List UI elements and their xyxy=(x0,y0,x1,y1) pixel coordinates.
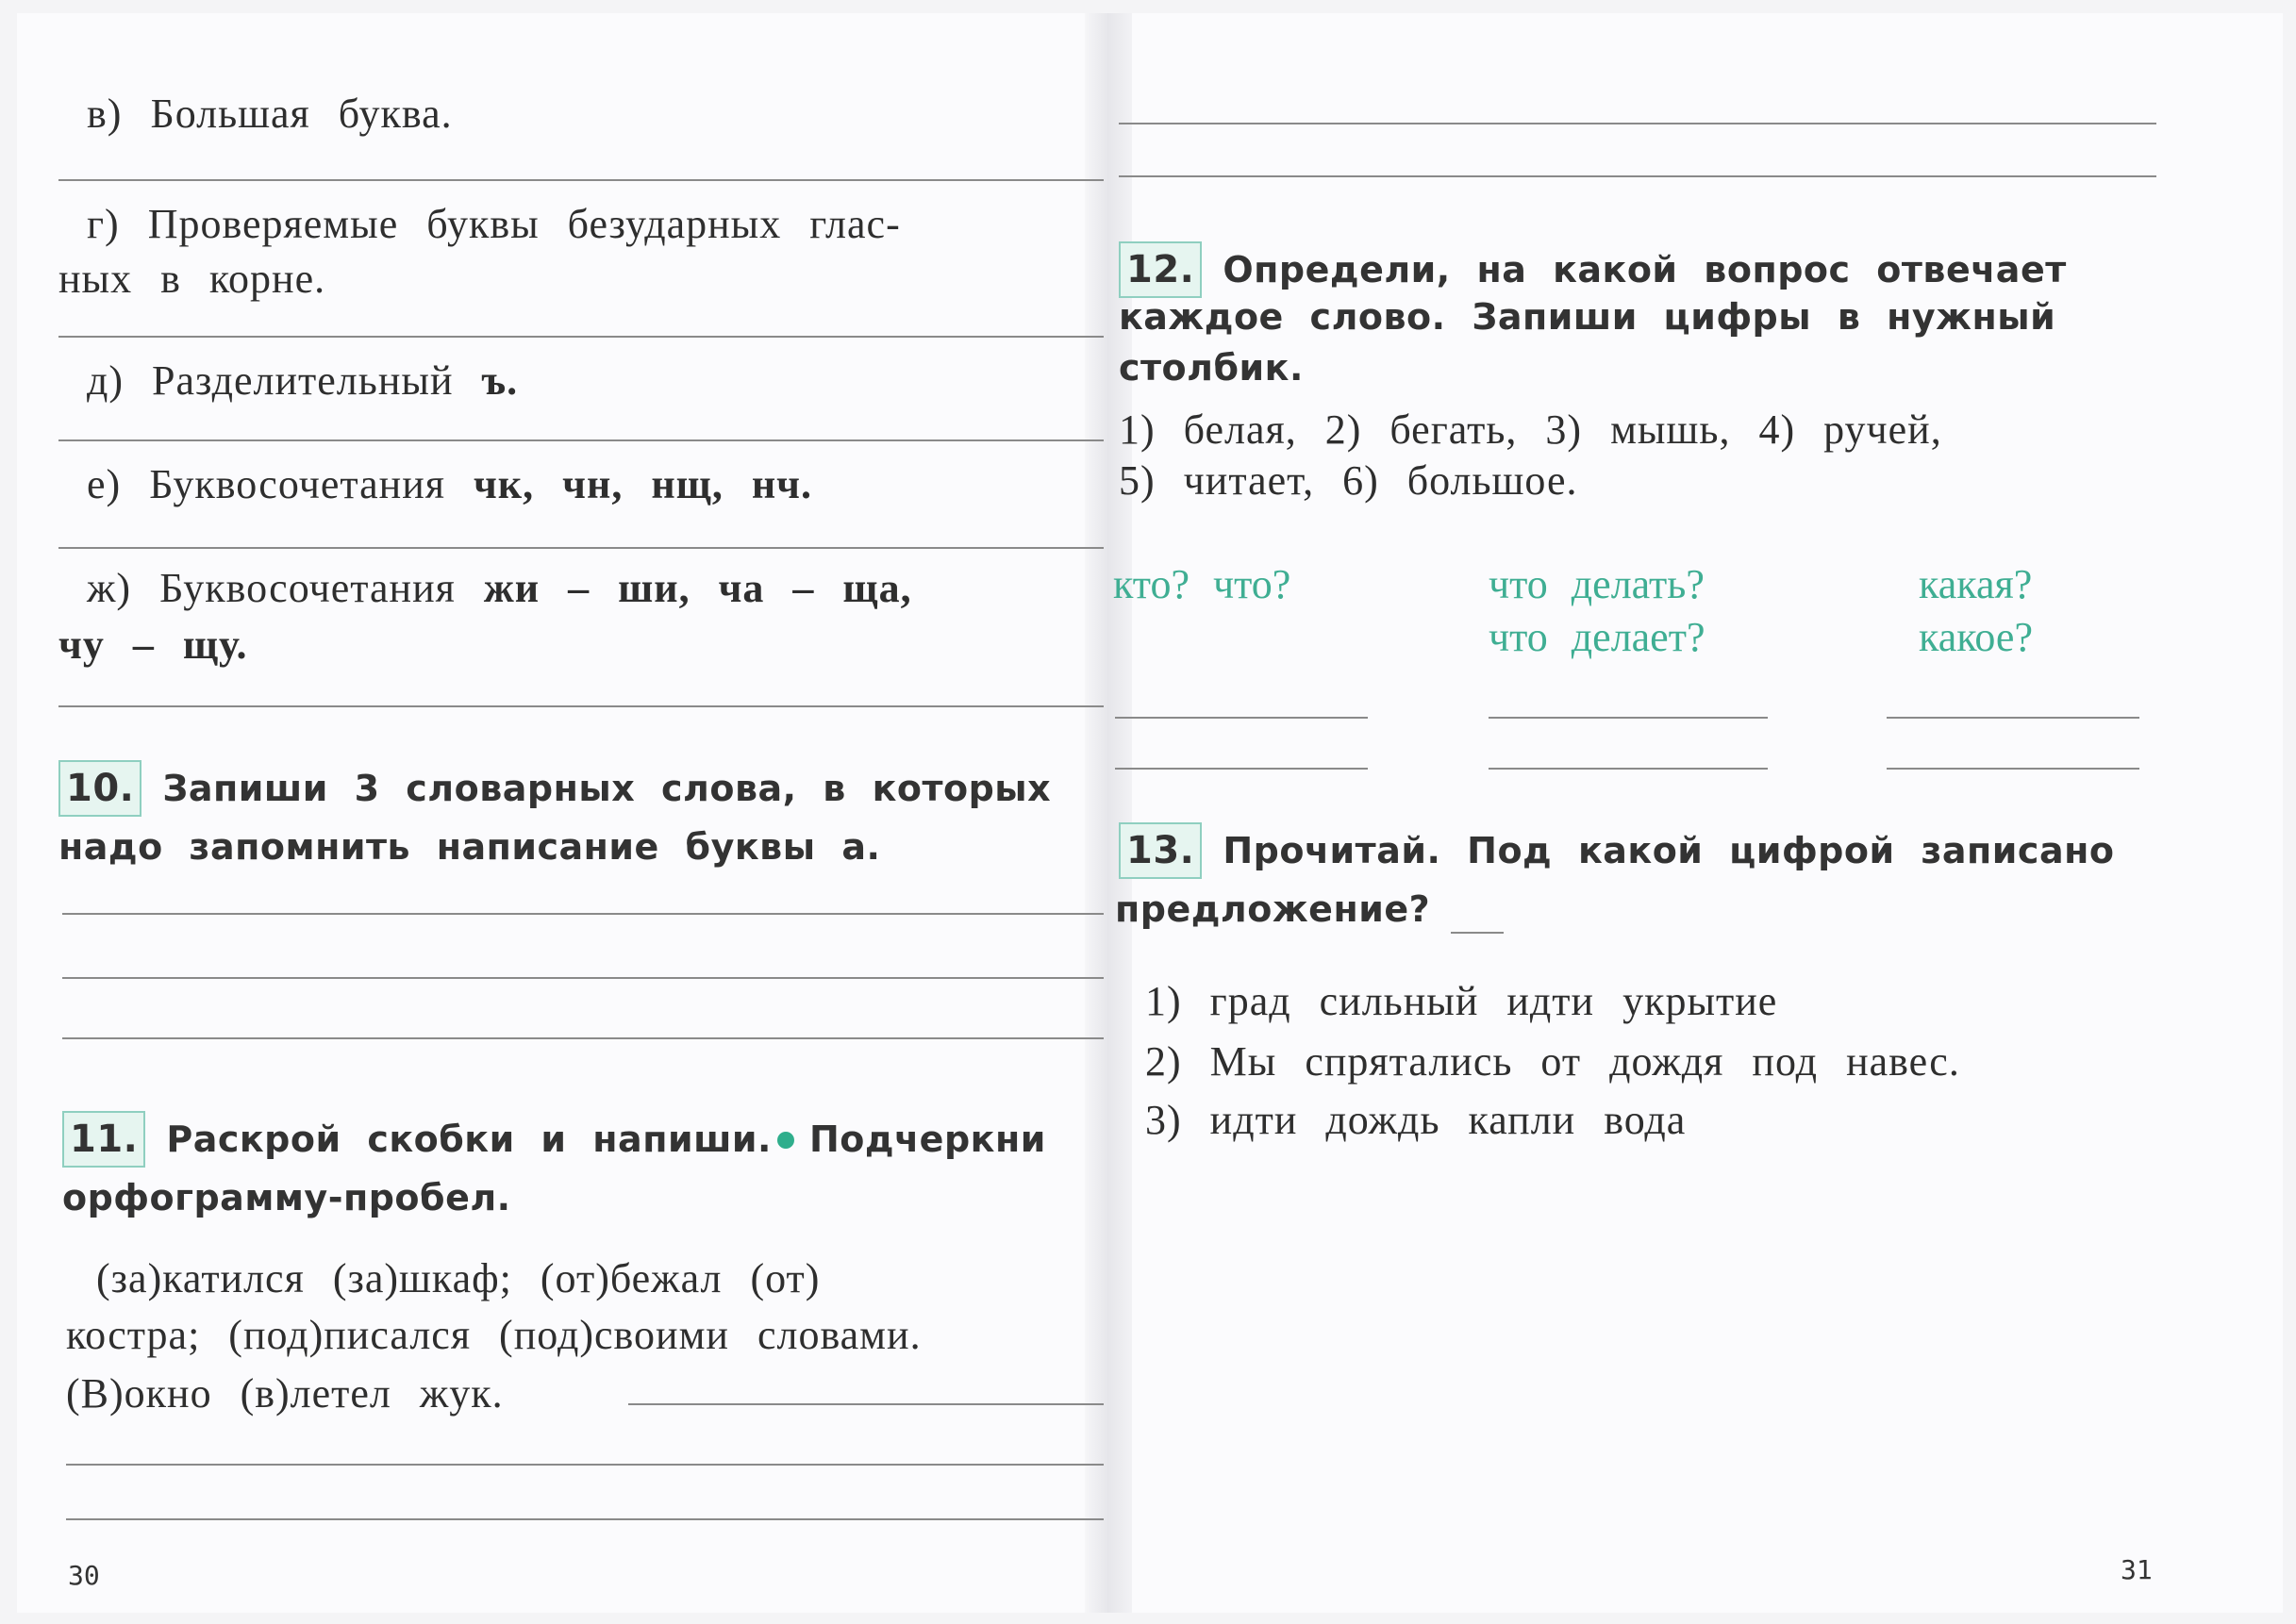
answer-line[interactable] xyxy=(66,1518,1104,1520)
task10-instruction: 10. Запиши 3 словарных слова, в которых xyxy=(58,760,1051,817)
task11-text-line1: (за)катился (за)шкаф; (от)бежал (от) xyxy=(96,1255,821,1301)
column-header-adjective: какая? xyxy=(1919,561,2033,607)
answer-line[interactable] xyxy=(58,336,1104,338)
item-g-cont: ных в корне. xyxy=(58,256,326,302)
page-number-right: 31 xyxy=(2121,1554,2153,1585)
task12-instruction-cont: каждое слово. Запиши цифры в нужный xyxy=(1119,296,2056,338)
task10-instruction-cont: надо запомнить написание буквы а. xyxy=(58,826,881,868)
column-answer-line[interactable] xyxy=(1489,717,1768,719)
task11-text-line2: костра; (под)писался (под)своими словами… xyxy=(66,1312,922,1358)
task-number-box: 10. xyxy=(58,760,142,817)
answer-line[interactable] xyxy=(58,439,1104,441)
bullet-dot-icon xyxy=(777,1131,794,1149)
column-answer-line[interactable] xyxy=(1115,768,1368,770)
answer-line[interactable] xyxy=(62,1037,1104,1039)
task-number-box: 12. xyxy=(1119,241,1203,298)
column-answer-line[interactable] xyxy=(1887,717,2139,719)
page-number-left: 30 xyxy=(68,1560,100,1591)
column-answer-line[interactable] xyxy=(1887,768,2139,770)
task13-option-3: 3) идти дождь капли вода xyxy=(1145,1097,1687,1143)
task-number-box: 11. xyxy=(62,1111,146,1168)
answer-line[interactable] xyxy=(58,547,1104,549)
task11-instruction: 11. Раскрой скобки и напиши. Подчеркни xyxy=(62,1111,1046,1168)
column-answer-line[interactable] xyxy=(1489,768,1768,770)
task13-option-1: 1) град сильный идти укрытие xyxy=(1145,978,1778,1024)
answer-line[interactable] xyxy=(62,977,1104,979)
task12-instruction-cont2: столбик. xyxy=(1119,347,1304,389)
item-zh-cont: чу – щу. xyxy=(58,621,248,668)
answer-line[interactable] xyxy=(1119,123,2156,124)
item-v: в) Большая буква. xyxy=(87,91,453,137)
task12-instruction: 12. Определи, на какой вопрос отвечает xyxy=(1119,241,2067,298)
column-header-noun: кто? что? xyxy=(1113,561,1291,607)
answer-line[interactable] xyxy=(58,179,1104,181)
answer-line[interactable] xyxy=(66,1464,1104,1466)
task13-option-2: 2) Мы спрятались от дождя под навес. xyxy=(1145,1038,1960,1085)
task13-instruction: 13. Прочитай. Под какой цифрой записано xyxy=(1119,822,2114,879)
task11-instruction-cont: орфограмму-пробел. xyxy=(62,1177,511,1218)
answer-line[interactable] xyxy=(628,1403,1104,1405)
task12-words-line2: 5) читает, 6) большое. xyxy=(1119,457,1578,504)
answer-blank[interactable] xyxy=(1451,932,1504,934)
item-d: д) Разделительный ъ. xyxy=(87,357,519,404)
item-e: е) Буквосочетания чк, чн, нщ, нч. xyxy=(87,461,812,507)
column-answer-line[interactable] xyxy=(1115,717,1368,719)
answer-line[interactable] xyxy=(58,705,1104,707)
column-header-verb: что делать? xyxy=(1489,561,1705,607)
answer-line[interactable] xyxy=(62,913,1104,915)
column-header-adjective-2: какое? xyxy=(1919,614,2033,660)
item-zh: ж) Буквосочетания жи – ши, ча – ща, xyxy=(87,565,912,611)
answer-line[interactable] xyxy=(1119,175,2156,177)
column-header-verb-2: что делает? xyxy=(1489,614,1705,660)
item-g: г) Проверяемые буквы безударных глас- xyxy=(87,201,901,247)
task12-words-line1: 1) белая, 2) бегать, 3) мышь, 4) ручей, xyxy=(1119,406,1942,453)
task11-text-line3: (В)окно (в)летел жук. xyxy=(66,1370,504,1417)
task-number-box: 13. xyxy=(1119,822,1203,879)
task13-instruction-cont: предложение? xyxy=(1115,888,1431,930)
